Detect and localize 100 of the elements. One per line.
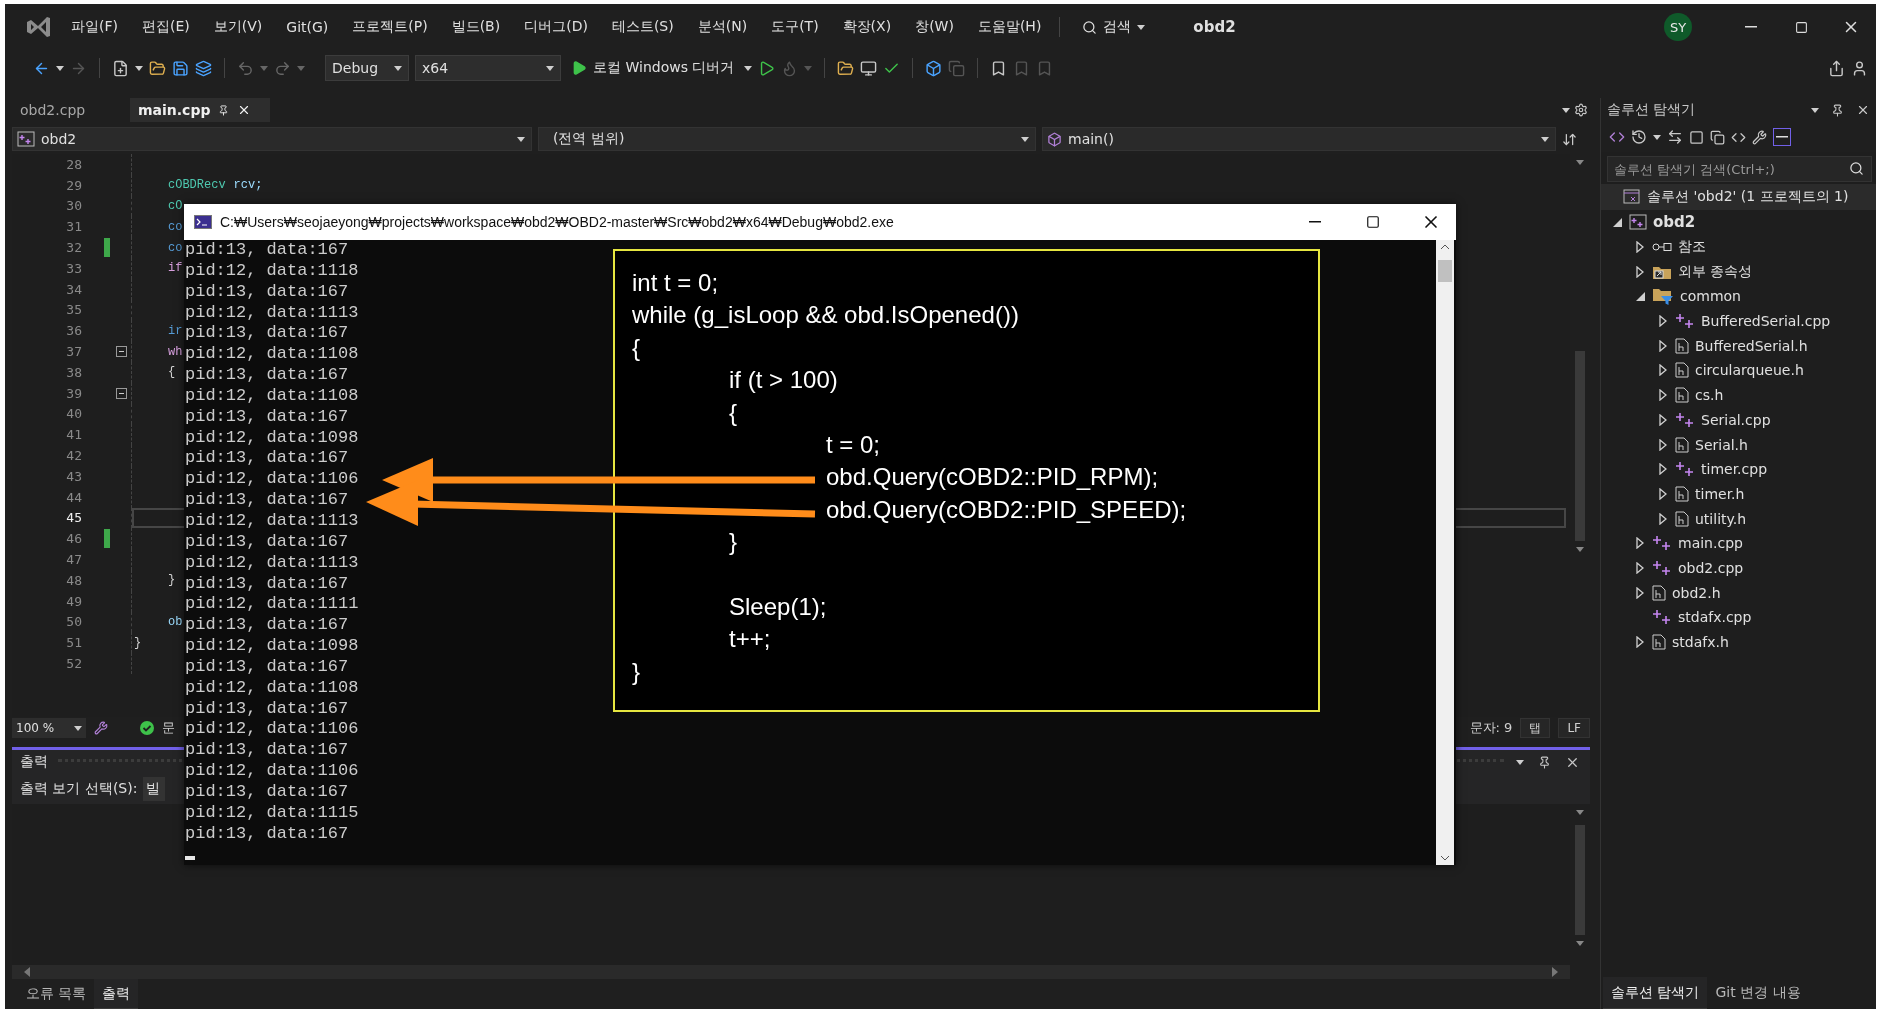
expand-arrow-icon[interactable] [1636, 586, 1644, 599]
scope-dropdown[interactable]: (전역 범위) [538, 127, 1036, 151]
expand-arrow-icon[interactable] [1659, 463, 1667, 476]
expand-arrow-icon[interactable] [1659, 339, 1667, 352]
member-dropdown[interactable]: main() [1042, 127, 1556, 151]
save-icon[interactable] [172, 59, 189, 77]
scroll-thumb[interactable] [1438, 260, 1452, 282]
copy-icon[interactable] [1710, 129, 1725, 145]
menu-item[interactable]: 테스트(S) [599, 14, 686, 40]
folder-icon[interactable] [837, 59, 855, 77]
collapse-icon[interactable] [116, 387, 127, 399]
monitor-icon[interactable] [860, 59, 878, 77]
scroll-thumb[interactable] [1575, 825, 1585, 935]
collapse-icon[interactable] [116, 346, 127, 358]
expand-arrow-icon[interactable] [1636, 241, 1644, 254]
new-file-icon[interactable] [112, 59, 129, 77]
share-icon[interactable] [1828, 59, 1845, 77]
expand-arrow-icon[interactable] [1636, 561, 1644, 574]
panel-tab[interactable]: 출력 [94, 979, 139, 1009]
menu-item[interactable]: 창(W) [903, 14, 966, 40]
menu-item[interactable]: Git(G) [274, 15, 341, 39]
menu-item[interactable]: 디버그(D) [512, 14, 600, 40]
undo-icon[interactable] [237, 59, 254, 77]
menu-item[interactable]: 확장(X) [830, 14, 904, 40]
collapse-arrow-icon[interactable] [1635, 291, 1645, 301]
wrench-icon[interactable] [1752, 129, 1767, 145]
scroll-left-icon[interactable] [24, 967, 30, 977]
scroll-up-icon[interactable] [1440, 244, 1450, 250]
tree-item[interactable]: 외부 종속성 [1601, 259, 1876, 285]
configuration-dropdown[interactable]: Debug [325, 55, 409, 81]
search-button[interactable]: 검색 [1074, 14, 1154, 40]
menu-item[interactable]: 도움말(H) [965, 14, 1054, 40]
tree-item[interactable]: main.cpp [1601, 530, 1876, 556]
scroll-down-icon[interactable] [1440, 855, 1450, 861]
menu-item[interactable]: 보기(V) [201, 14, 275, 40]
line-ending-button[interactable]: LF [1558, 718, 1590, 738]
tree-item[interactable]: Serial.h [1601, 432, 1876, 457]
panel-menu-button[interactable] [1809, 105, 1821, 115]
scroll-right-icon[interactable] [1552, 967, 1558, 977]
file-tab[interactable]: obd2.cpp [12, 98, 130, 122]
account-avatar[interactable]: SY [1664, 13, 1692, 41]
horizontal-scrollbar[interactable] [12, 965, 1570, 979]
tree-item[interactable]: cs.h [1601, 382, 1876, 408]
pin-icon[interactable] [218, 104, 230, 116]
user-icon[interactable] [1851, 59, 1868, 77]
tree-item[interactable]: circularqueue.h [1601, 358, 1876, 383]
tree-item[interactable]: stdafx.h [1601, 629, 1876, 655]
file-tab[interactable]: main.cpp [130, 98, 270, 122]
expand-arrow-icon[interactable] [1659, 364, 1667, 377]
tree-item[interactable]: 참조 [1601, 234, 1876, 260]
expand-arrow-icon[interactable] [1659, 512, 1667, 525]
tree-item[interactable]: utility.h [1601, 506, 1876, 531]
cube-icon[interactable] [925, 59, 943, 77]
start-debugging-button[interactable]: 로컬 Windows 디버거 [567, 57, 739, 79]
collapse-arrow-icon[interactable] [1612, 217, 1622, 227]
expand-arrow-icon[interactable] [1636, 636, 1644, 649]
redo-icon[interactable] [274, 59, 291, 77]
output-source-dropdown[interactable]: 빌 [143, 777, 166, 801]
code-icon[interactable] [1609, 129, 1625, 145]
tree-item[interactable]: obd2 [1601, 210, 1876, 235]
tree-item[interactable]: stdafx.cpp [1601, 605, 1876, 630]
split-icon[interactable] [1562, 131, 1577, 147]
expand-arrow-icon[interactable] [1659, 438, 1667, 451]
expand-arrow-icon[interactable] [1659, 389, 1667, 402]
tree-item[interactable]: common [1601, 284, 1876, 309]
panel-menu-button[interactable] [1514, 757, 1526, 767]
tree-item[interactable]: BufferedSerial.h [1601, 333, 1876, 359]
history-icon[interactable] [1631, 129, 1647, 145]
tree-item[interactable]: obd2.cpp [1601, 555, 1876, 581]
play-icon[interactable] [758, 59, 776, 77]
folder-icon[interactable] [149, 59, 166, 77]
panel-tab[interactable]: 오류 목록 [18, 979, 95, 1009]
preview-button[interactable] [1773, 128, 1791, 146]
caret-icon [744, 65, 753, 71]
panel-tab[interactable]: 솔루션 탐색기 [1603, 977, 1708, 1009]
menu-item[interactable]: 프로젝트(P) [340, 14, 440, 40]
expand-arrow-icon[interactable] [1659, 487, 1667, 500]
tree-item[interactable]: obd2.h [1601, 580, 1876, 605]
zoom-dropdown[interactable]: 100 % [12, 718, 86, 738]
indent-mode-button[interactable]: 탭 [1520, 718, 1551, 738]
expand-arrow-icon[interactable] [1659, 315, 1667, 328]
menu-item[interactable]: 파일(F) [59, 14, 130, 40]
menu-item[interactable]: 분석(N) [685, 14, 760, 40]
scrollbar[interactable] [1436, 240, 1454, 865]
tree-item[interactable]: timer.h [1601, 481, 1876, 507]
panel-tab[interactable]: Git 변경 내용 [1707, 977, 1809, 1009]
project-dropdown[interactable]: obd2 [12, 127, 532, 151]
expand-arrow-icon[interactable] [1636, 537, 1644, 550]
tree-item[interactable]: BufferedSerial.cpp [1601, 308, 1876, 334]
menu-item[interactable]: 도구(T) [759, 14, 831, 40]
scroll-thumb[interactable] [1575, 351, 1585, 541]
tree-item[interactable]: timer.cpp [1601, 456, 1876, 482]
platform-dropdown[interactable]: x64 [415, 55, 561, 81]
tree-item[interactable]: Serial.cpp [1601, 407, 1876, 433]
sync-icon[interactable] [1667, 129, 1683, 145]
expand-arrow-icon[interactable] [1636, 265, 1644, 278]
menu-item[interactable]: 편집(E) [130, 14, 202, 40]
menu-item[interactable]: 빌드(B) [439, 14, 513, 40]
expand-arrow-icon[interactable] [1659, 413, 1667, 426]
search-field[interactable]: 솔루션 탐색기 검색(Ctrl+;) [1607, 156, 1872, 182]
